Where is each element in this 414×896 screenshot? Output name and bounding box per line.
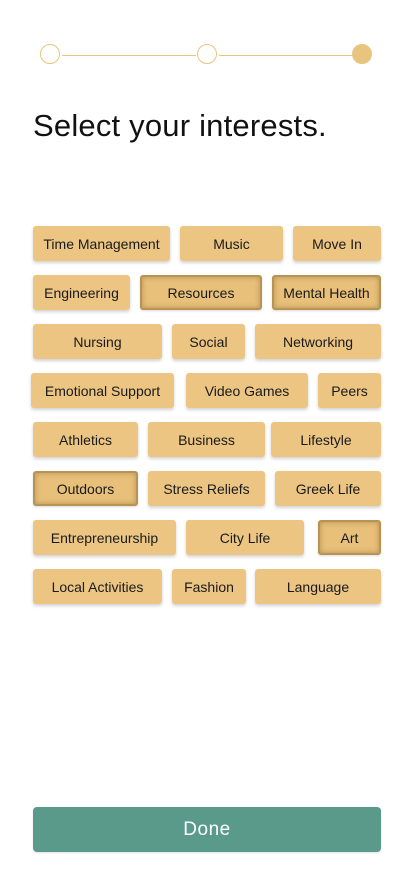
done-button[interactable]: Done <box>33 807 381 852</box>
interest-tag-list: Time Management Music Move In Engineerin… <box>0 0 414 620</box>
interest-tag[interactable]: Resources <box>140 275 262 310</box>
interest-tag[interactable]: Entrepreneurship <box>33 520 176 555</box>
interest-tag[interactable]: Outdoors <box>33 471 138 506</box>
interest-tag[interactable]: Stress Reliefs <box>148 471 265 506</box>
interest-tag[interactable]: Emotional Support <box>31 373 174 408</box>
interest-tag[interactable]: Networking <box>255 324 381 359</box>
interest-tag[interactable]: Greek Life <box>275 471 381 506</box>
interest-tag[interactable]: Mental Health <box>272 275 381 310</box>
interest-tag[interactable]: Time Management <box>33 226 170 261</box>
interest-tag[interactable]: Nursing <box>33 324 162 359</box>
interest-tag[interactable]: Video Games <box>186 373 308 408</box>
interest-tag[interactable]: Social <box>172 324 245 359</box>
interest-tag[interactable]: Business <box>148 422 265 457</box>
interest-tag[interactable]: Lifestyle <box>271 422 381 457</box>
interest-tag[interactable]: Move In <box>293 226 381 261</box>
interest-tag[interactable]: Local Activities <box>33 569 162 604</box>
interest-tag[interactable]: Fashion <box>172 569 246 604</box>
interest-tag[interactable]: Language <box>255 569 381 604</box>
interest-tag[interactable]: Athletics <box>33 422 138 457</box>
interest-tag[interactable]: Peers <box>318 373 381 408</box>
interest-tag[interactable]: Music <box>180 226 283 261</box>
interest-tag[interactable]: Engineering <box>33 275 130 310</box>
interest-tag[interactable]: City Life <box>186 520 304 555</box>
interest-tag[interactable]: Art <box>318 520 381 555</box>
